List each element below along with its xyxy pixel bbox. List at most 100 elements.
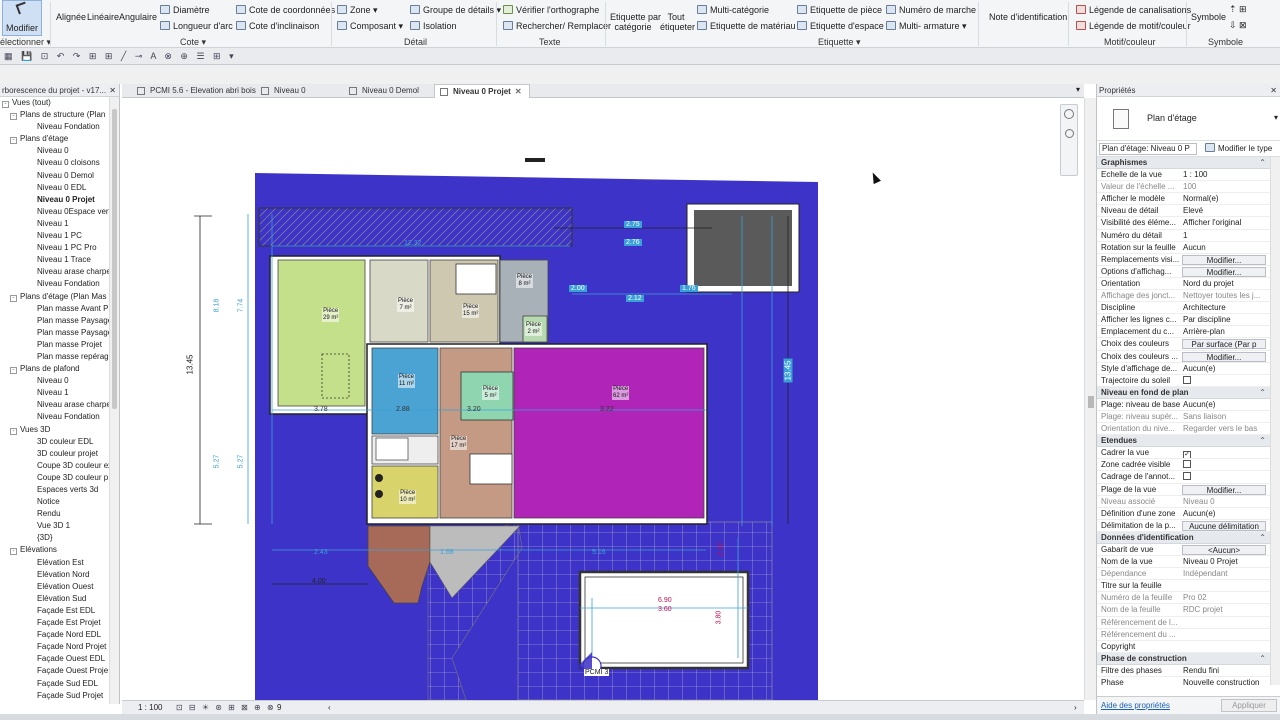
view-scale[interactable]: 1 : 100 bbox=[138, 701, 162, 714]
etiquette-materiau-button[interactable]: Etiquette de matériau bbox=[697, 21, 796, 31]
property-button[interactable]: Par surface (Par p bbox=[1182, 339, 1266, 350]
property-value[interactable]: Afficher l'original bbox=[1182, 217, 1266, 228]
collapse-toggle-icon[interactable]: - bbox=[10, 137, 17, 145]
section-tag[interactable]: PCMI 3 bbox=[584, 669, 610, 676]
browser-item[interactable]: Façade Sud Projet bbox=[0, 690, 110, 702]
rechercher-remplacer-button[interactable]: Rechercher/ Remplacer bbox=[503, 21, 611, 31]
etiquette-panel-label[interactable]: Etiquette ▾ bbox=[818, 37, 861, 48]
browser-item[interactable]: Plan masse Projet bbox=[0, 339, 110, 351]
collapse-toggle-icon[interactable]: - bbox=[2, 101, 9, 108]
browser-item[interactable]: Elévation Sud bbox=[0, 593, 110, 605]
collapse-icon[interactable]: ⌃ bbox=[1259, 532, 1266, 544]
property-group[interactable]: Graphismes ⌃ bbox=[1097, 157, 1280, 170]
browser-item[interactable]: Façade Sud EDL bbox=[0, 678, 110, 690]
property-value[interactable]: Niveau 0 Projet bbox=[1182, 556, 1266, 567]
browser-item[interactable]: Plan masse repérage bbox=[0, 351, 110, 363]
browser-item[interactable]: 3D couleur EDL bbox=[0, 436, 110, 448]
apply-button[interactable]: Appliquer bbox=[1221, 699, 1277, 712]
property-checkbox[interactable]: ✓ bbox=[1183, 451, 1191, 459]
browser-item[interactable]: - Vues 3D bbox=[0, 424, 110, 436]
room-bedroom[interactable] bbox=[277, 259, 366, 407]
browser-item[interactable]: Façade Nord Projet bbox=[0, 641, 110, 653]
cote-lineaire-button[interactable]: Linéaire bbox=[87, 12, 119, 22]
property-checkbox[interactable] bbox=[1183, 472, 1191, 481]
property-value[interactable]: Rendu fini bbox=[1182, 665, 1266, 676]
property-value[interactable]: Nord du projet bbox=[1182, 278, 1266, 289]
browser-item[interactable]: Niveau 1 PC bbox=[0, 230, 110, 242]
tout-etiqueter-button[interactable]: Tout étiqueter bbox=[660, 12, 695, 32]
view-tab[interactable]: Niveau 0 Demol bbox=[344, 84, 430, 98]
property-value[interactable]: Par discipline bbox=[1182, 314, 1266, 325]
property-checkbox[interactable] bbox=[1183, 375, 1191, 384]
browser-item[interactable]: Niveau 1 Trace bbox=[0, 254, 110, 266]
browser-item[interactable]: Façade Est EDL bbox=[0, 605, 110, 617]
browser-scrollbar[interactable] bbox=[109, 97, 119, 704]
view-tab[interactable]: Niveau 0 bbox=[256, 84, 340, 98]
cote-panel-label[interactable]: Cote ▾ bbox=[180, 37, 206, 48]
property-value[interactable]: Nouvelle construction bbox=[1182, 677, 1266, 685]
property-value[interactable]: 100 bbox=[1182, 181, 1266, 192]
properties-scrollbar[interactable] bbox=[1270, 157, 1280, 685]
property-group[interactable]: Phase de construction ⌃ bbox=[1097, 652, 1280, 665]
browser-item[interactable]: - Plans de structure (Plan bbox=[0, 109, 110, 121]
room-tag[interactable]: Pièce 15 m² bbox=[462, 304, 480, 318]
property-button[interactable]: Aucune délimitation bbox=[1182, 520, 1266, 531]
multi-armature-button[interactable]: Multi- armature ▾ bbox=[886, 21, 967, 32]
property-button[interactable]: Modifier... bbox=[1182, 351, 1266, 362]
navigation-bar[interactable] bbox=[1060, 104, 1078, 176]
browser-item[interactable]: Niveau 1 bbox=[0, 387, 110, 399]
browser-item[interactable]: Niveau Fondation bbox=[0, 411, 110, 423]
browser-item[interactable]: Plan masse Paysage bbox=[0, 315, 110, 327]
browser-item[interactable]: Niveau 0 cloisons bbox=[0, 157, 110, 169]
room-tag[interactable]: Pièce 7 m² bbox=[397, 298, 415, 312]
longueur-arc-button[interactable]: Longueur d'arc bbox=[160, 21, 233, 31]
legende-canalisations-button[interactable]: Légende de canalisations bbox=[1076, 5, 1191, 15]
zone-button[interactable]: Zone ▾ bbox=[337, 5, 378, 16]
room-tag[interactable]: Pièce 62 m² bbox=[612, 386, 630, 400]
browser-item[interactable]: Rendu bbox=[0, 508, 110, 520]
close-icon[interactable]: ✕ bbox=[109, 84, 116, 96]
browser-item[interactable]: Plan masse Paysage bbox=[0, 327, 110, 339]
etiquette-par-categorie-button[interactable]: Etiquette par catégorie bbox=[610, 12, 661, 32]
property-value[interactable]: Pro 02 bbox=[1182, 592, 1266, 603]
property-value[interactable]: Niveau 0 bbox=[1182, 496, 1266, 507]
browser-item[interactable]: Vue 3D 1 bbox=[0, 520, 110, 532]
property-value[interactable]: Indépendant bbox=[1182, 568, 1266, 579]
property-button[interactable]: Modifier... bbox=[1182, 254, 1266, 265]
browser-item[interactable]: Elévation Ouest bbox=[0, 581, 110, 593]
room-tag[interactable]: Pièce 11 m² bbox=[398, 374, 416, 388]
span-symbol-icon[interactable]: ⇩ ⊠ bbox=[1229, 20, 1247, 31]
browser-item[interactable]: Coupe 3D couleur p bbox=[0, 472, 110, 484]
collapse-toggle-icon[interactable]: - bbox=[10, 113, 17, 121]
close-icon[interactable]: ✕ bbox=[1270, 84, 1277, 96]
browser-item[interactable]: Niveau Fondation bbox=[0, 121, 110, 133]
collapse-icon[interactable]: ⌃ bbox=[1259, 157, 1266, 169]
browser-item[interactable]: Façade Ouest EDL bbox=[0, 653, 110, 665]
view-tab[interactable]: PCMI 5.6 - Elevation abri bois bbox=[132, 84, 256, 98]
collapse-icon[interactable]: ⌃ bbox=[1259, 387, 1266, 399]
browser-item[interactable]: Façade Est Projet bbox=[0, 617, 110, 629]
scroll-right-icon[interactable]: › bbox=[1074, 701, 1077, 714]
scroll-left-icon[interactable]: ‹ bbox=[328, 701, 331, 714]
type-selector[interactable]: Plan d'étage ▾ bbox=[1097, 97, 1280, 141]
room-tag[interactable]: Pièce 10 m² bbox=[399, 490, 417, 504]
etiquette-espace-button[interactable]: Etiquette d'espace bbox=[797, 21, 884, 31]
verifier-orthographe-button[interactable]: Vérifier l'orthographe bbox=[503, 5, 599, 15]
canvas-scrollbar[interactable] bbox=[1084, 98, 1096, 700]
collapse-toggle-icon[interactable]: - bbox=[10, 294, 17, 302]
property-value[interactable]: 1 : 100 bbox=[1182, 169, 1266, 180]
browser-item[interactable]: 3D couleur projet bbox=[0, 448, 110, 460]
legende-motif-button[interactable]: Légende de motif/couleur bbox=[1076, 21, 1191, 31]
browser-item[interactable]: Elévation Nord bbox=[0, 569, 110, 581]
browser-item[interactable]: Niveau 0 Projet bbox=[0, 194, 110, 206]
collapse-icon[interactable]: ⌃ bbox=[1259, 653, 1266, 665]
cote-coordonnees-button[interactable]: Cote de coordonnées bbox=[236, 5, 335, 15]
etiquette-piece-button[interactable]: Etiquette de pièce bbox=[797, 5, 882, 15]
browser-item[interactable]: - Plans d'étage bbox=[0, 133, 110, 145]
numero-marche-button[interactable]: Numéro de marche bbox=[886, 5, 976, 15]
room-bathroom[interactable] bbox=[371, 347, 439, 435]
browser-item[interactable]: Niveau 1 bbox=[0, 218, 110, 230]
collapse-toggle-icon[interactable]: - bbox=[10, 427, 17, 435]
cote-angulaire-button[interactable]: Angulaire bbox=[119, 12, 157, 22]
collapse-toggle-icon[interactable]: - bbox=[10, 367, 17, 375]
